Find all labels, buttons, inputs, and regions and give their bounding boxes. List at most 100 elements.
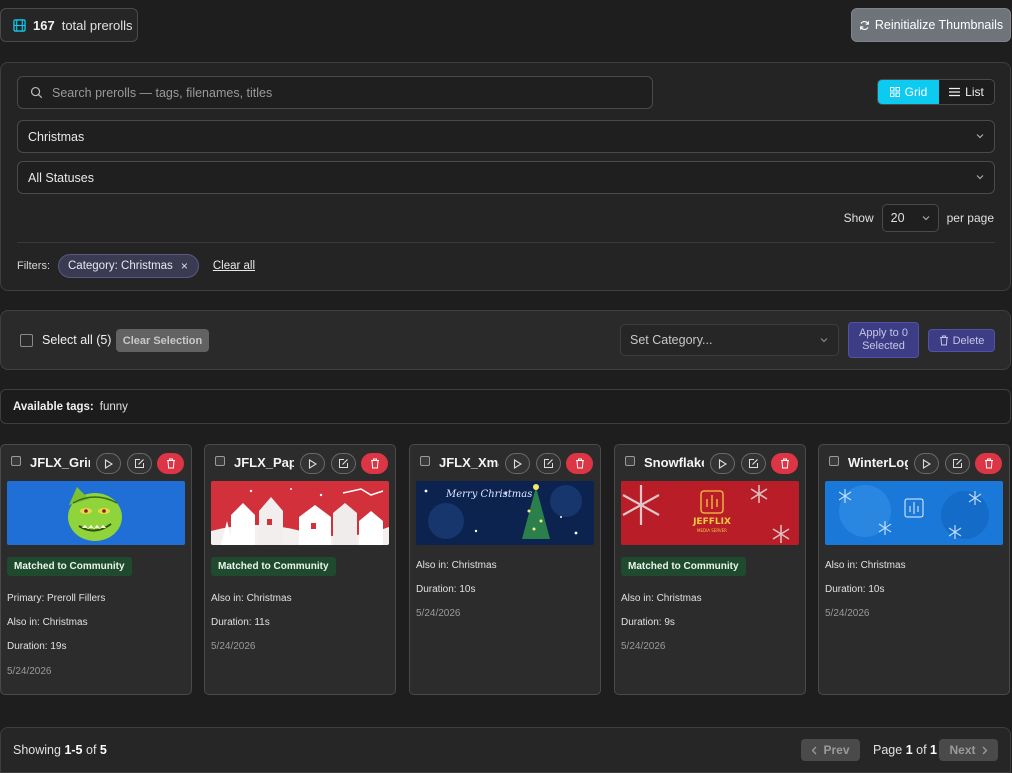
- view-toggle: Grid List: [877, 79, 995, 105]
- total-prerolls-pill: 167 total prerolls: [0, 8, 138, 42]
- card-meta-line: Duration: 11s: [211, 617, 270, 628]
- card-meta-line: Duration: 10s: [416, 584, 476, 595]
- select-all-checkbox[interactable]: [20, 333, 33, 347]
- list-view-label: List: [965, 85, 984, 99]
- edit-icon: [338, 458, 349, 469]
- card-checkbox[interactable]: [11, 456, 21, 466]
- play-icon: [104, 458, 113, 469]
- card-checkbox[interactable]: [215, 456, 225, 466]
- available-tags-bar: Available tags: funny: [0, 389, 1011, 424]
- preroll-card: WinterLogo Also in: Christmas Duration: …: [818, 444, 1010, 695]
- filter-panel: Grid List Christmas All Statuses Show 20…: [0, 62, 1011, 291]
- edit-button[interactable]: [945, 453, 970, 474]
- grid-view-label: Grid: [904, 85, 928, 99]
- search-input[interactable]: [52, 85, 612, 100]
- status-badge: Matched to Community: [211, 557, 336, 576]
- search-box[interactable]: [17, 76, 653, 109]
- trash-icon: [939, 335, 949, 346]
- card-checkbox[interactable]: [420, 456, 430, 466]
- reinitialize-label: Reinitialize Thumbnails: [874, 18, 1004, 32]
- select-all-label: Select all (5): [42, 333, 112, 347]
- card-date: 5/24/2026: [211, 641, 256, 652]
- card-date: 5/24/2026: [621, 641, 666, 652]
- set-category-select[interactable]: Set Category...: [620, 324, 839, 356]
- chevron-down-icon: [922, 214, 930, 222]
- page-prefix: Page: [873, 743, 903, 757]
- per-page-row: Show 20 per page: [844, 204, 994, 232]
- trash-icon: [166, 458, 176, 469]
- next-page-button[interactable]: Next: [939, 739, 998, 761]
- filter-chip-label: Category: Christmas: [68, 260, 173, 272]
- card-checkbox[interactable]: [829, 456, 839, 466]
- status-select[interactable]: All Statuses: [17, 161, 995, 194]
- delete-button[interactable]: [771, 453, 798, 474]
- edit-button[interactable]: [331, 453, 356, 474]
- edit-button[interactable]: [536, 453, 561, 474]
- showing-total: 5: [99, 743, 107, 757]
- edit-button[interactable]: [741, 453, 766, 474]
- per-page-suffix: per page: [946, 211, 994, 225]
- card-meta-line: Also in: Christmas: [621, 593, 702, 604]
- thumbnail-red-snowflake[interactable]: JEFFLIX MEDIA SERVER: [621, 481, 799, 545]
- play-button[interactable]: [96, 453, 121, 474]
- delete-button[interactable]: [361, 453, 388, 474]
- apply-to-selected-button[interactable]: Apply to 0 Selected: [848, 322, 919, 358]
- set-category-placeholder: Set Category...: [630, 333, 713, 347]
- card-checkbox[interactable]: [625, 456, 635, 466]
- reinitialize-thumbnails-button[interactable]: Reinitialize Thumbnails: [851, 8, 1011, 42]
- status-select-value: All Statuses: [28, 170, 95, 185]
- divider: [17, 242, 995, 243]
- svg-text:JEFFLIX: JEFFLIX: [692, 517, 731, 527]
- showing-summary: Showing 1-5 of 5: [13, 743, 107, 757]
- card-date: 5/24/2026: [416, 608, 461, 619]
- showing-prefix: Showing: [13, 743, 61, 757]
- play-button[interactable]: [710, 453, 735, 474]
- close-icon[interactable]: ×: [181, 259, 188, 273]
- edit-button[interactable]: [127, 453, 152, 474]
- delete-button[interactable]: [975, 453, 1002, 474]
- preroll-card: JFLX_Grinch Matched to Community Primary…: [0, 444, 192, 695]
- refresh-icon: [859, 20, 870, 31]
- card-title: JFLX_Xmas: [439, 455, 499, 470]
- page-total: 1: [930, 743, 937, 757]
- select-all[interactable]: Select all (5): [20, 333, 111, 347]
- play-button[interactable]: [914, 453, 939, 474]
- preroll-card: JFLX_Paper Matched to Community Also in:…: [204, 444, 396, 695]
- delete-button[interactable]: [566, 453, 593, 474]
- search-icon: [30, 86, 43, 99]
- thumbnail-merry-christmas[interactable]: Merry Christmas: [416, 481, 594, 545]
- card-date: 5/24/2026: [7, 666, 52, 677]
- clear-selection-button[interactable]: Clear Selection: [116, 329, 209, 352]
- available-tags-label: Available tags:: [13, 400, 94, 413]
- total-label: total prerolls: [61, 17, 133, 33]
- thumbnail-paper-village[interactable]: [211, 481, 389, 545]
- show-label: Show: [843, 211, 874, 225]
- filters-label: Filters:: [17, 260, 50, 272]
- per-page-select[interactable]: 20: [881, 204, 939, 232]
- play-button[interactable]: [505, 453, 530, 474]
- chevron-left-icon: [811, 746, 817, 755]
- grid-view-button[interactable]: Grid: [878, 80, 939, 104]
- play-button[interactable]: [300, 453, 325, 474]
- prev-label: Prev: [823, 743, 850, 757]
- bulk-delete-button[interactable]: Delete: [928, 329, 995, 352]
- play-icon: [922, 458, 931, 469]
- clear-all-link[interactable]: Clear all: [213, 260, 255, 272]
- edit-icon: [543, 458, 554, 469]
- chevron-down-icon: [976, 173, 984, 181]
- category-select[interactable]: Christmas: [17, 120, 995, 153]
- prev-page-button[interactable]: Prev: [801, 739, 860, 761]
- thumbnail-grinch[interactable]: [7, 481, 185, 545]
- trash-icon: [370, 458, 380, 469]
- page-current: 1: [905, 743, 913, 757]
- available-tag[interactable]: funny: [100, 401, 128, 413]
- delete-button[interactable]: [157, 453, 184, 474]
- next-label: Next: [949, 743, 976, 757]
- svg-text:Merry Christmas: Merry Christmas: [445, 489, 532, 500]
- card-meta-line: Also in: Christmas: [825, 560, 906, 571]
- film-icon: [13, 18, 26, 32]
- list-view-button[interactable]: List: [939, 80, 994, 104]
- card-meta-line: Duration: 19s: [7, 641, 67, 652]
- thumbnail-blue-snowflakes[interactable]: [825, 481, 1003, 545]
- card-title: Snowflake: [644, 455, 704, 470]
